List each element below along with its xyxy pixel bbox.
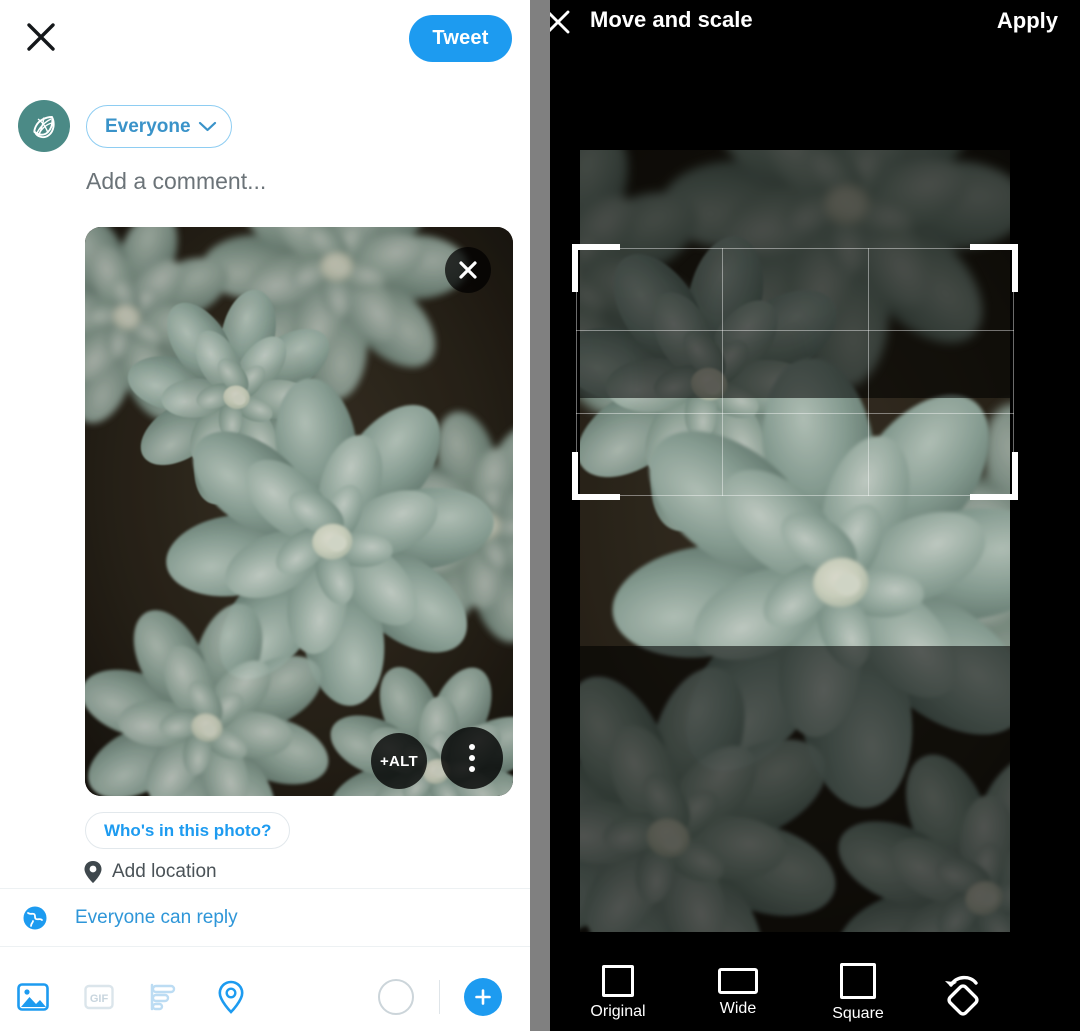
- ratio-label: Wide: [719, 1000, 757, 1017]
- more-vertical-icon: [469, 744, 475, 750]
- square-outline-icon: [840, 963, 876, 999]
- wide-rect-outline-icon: [718, 968, 758, 994]
- crop-handle-bl[interactable]: [572, 452, 578, 500]
- more-vertical-icon: [469, 766, 475, 772]
- location-pin-icon: [84, 861, 102, 883]
- ratio-square-button[interactable]: Square: [798, 963, 918, 1023]
- alt-text-button[interactable]: +ALT: [371, 733, 427, 789]
- square-outline-icon: [602, 965, 634, 997]
- poll-icon: [150, 983, 176, 1010]
- remove-media-button[interactable]: [445, 247, 491, 293]
- divider: [0, 888, 530, 889]
- globe-icon: [23, 906, 47, 930]
- ratio-original-button[interactable]: Original: [558, 965, 678, 1021]
- tweet-button[interactable]: Tweet: [409, 15, 512, 62]
- media-more-options-button[interactable]: [441, 727, 503, 789]
- divider: [0, 946, 530, 947]
- crop-canvas[interactable]: [580, 150, 1010, 932]
- audience-label: Everyone: [105, 115, 191, 137]
- leaf-globe-avatar-icon: [33, 116, 55, 139]
- add-location-label: Add location: [112, 861, 217, 882]
- media-icon: [17, 982, 49, 1011]
- tweet-compose-panel: Tweet Everyone Add a comment... +ALT Who…: [0, 0, 530, 1031]
- compose-header: Tweet: [0, 0, 530, 82]
- cropper-title: Move and scale: [590, 7, 753, 32]
- compose-toolbar: GIF: [0, 962, 530, 1031]
- gif-icon: GIF: [84, 984, 114, 1009]
- crop-toolbar: Original Wide Square: [530, 955, 1080, 1031]
- crop-photo: [580, 150, 1010, 932]
- poll-tool-button[interactable]: [132, 981, 198, 1013]
- reply-settings-label: Everyone can reply: [75, 907, 238, 928]
- ratio-wide-button[interactable]: Wide: [678, 968, 798, 1018]
- media-tool-button[interactable]: [0, 980, 66, 1014]
- plus-icon: [475, 988, 491, 1005]
- gif-tool-button[interactable]: GIF: [66, 981, 132, 1013]
- close-icon[interactable]: [24, 20, 58, 54]
- rotate-icon: [945, 975, 979, 1016]
- media-preview[interactable]: +ALT: [85, 227, 513, 796]
- reply-settings-row[interactable]: Everyone can reply: [0, 890, 530, 946]
- crop-edge-right: [1013, 248, 1014, 496]
- apply-button[interactable]: Apply: [991, 7, 1064, 35]
- audience-selector[interactable]: Everyone: [86, 105, 232, 148]
- ratio-label: Original: [590, 1003, 646, 1020]
- location-tool-button[interactable]: [198, 980, 264, 1014]
- crop-handle-br[interactable]: [1012, 452, 1018, 500]
- close-icon: [459, 261, 477, 279]
- comment-input-placeholder[interactable]: Add a comment...: [86, 168, 266, 195]
- panel-divider: [530, 0, 550, 1031]
- tag-people-button[interactable]: Who's in this photo?: [85, 812, 291, 849]
- location-icon: [218, 980, 244, 1014]
- image-cropper-panel: Move and scale Apply Original Wide Squar…: [530, 0, 1080, 1031]
- rotate-button[interactable]: [918, 970, 1008, 1016]
- attached-photo: [85, 227, 513, 796]
- progress-ring: [363, 978, 429, 1015]
- cropper-header: Move and scale Apply: [530, 0, 1080, 44]
- add-tweet-button[interactable]: [450, 977, 516, 1016]
- toolbar-divider: [439, 979, 440, 1014]
- avatar[interactable]: [18, 100, 70, 152]
- chevron-down-icon: [198, 121, 216, 132]
- crop-handle-tl[interactable]: [572, 244, 578, 292]
- ratio-label: Square: [832, 1005, 884, 1022]
- dual-panel-screen: Tweet Everyone Add a comment... +ALT Who…: [0, 0, 1080, 1031]
- crop-edge-left: [576, 248, 577, 496]
- svg-text:GIF: GIF: [90, 993, 109, 1005]
- crop-handle-tr[interactable]: [1012, 244, 1018, 292]
- tag-people-label: Who's in this photo?: [104, 820, 272, 840]
- more-vertical-icon: [469, 755, 475, 761]
- add-location-row[interactable]: Add location: [83, 860, 217, 884]
